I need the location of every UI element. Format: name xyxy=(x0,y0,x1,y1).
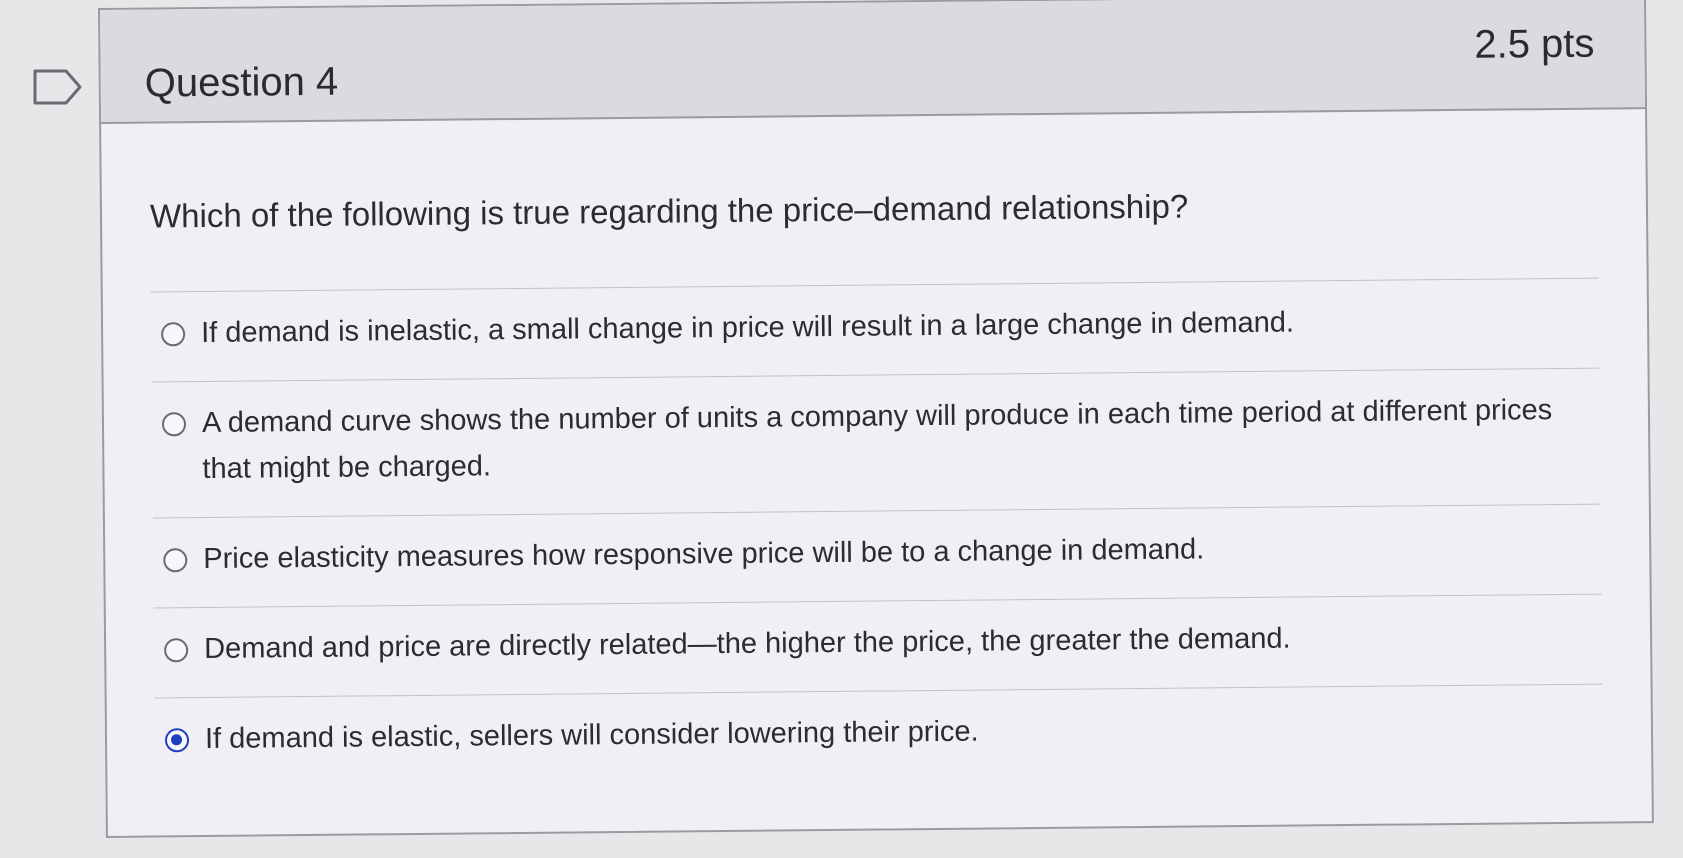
question-card: Question 4 2.5 pts Which of the followin… xyxy=(98,0,1654,838)
answer-option-5[interactable]: If demand is elastic, sellers will consi… xyxy=(154,683,1604,788)
answer-option-4[interactable]: Demand and price are directly related—th… xyxy=(153,593,1603,698)
question-title: Question 4 xyxy=(144,59,339,106)
radio-button[interactable] xyxy=(161,322,186,347)
answer-label: If demand is elastic, sellers will consi… xyxy=(204,715,979,756)
question-prompt: Which of the following is true regarding… xyxy=(149,187,1189,235)
radio-button[interactable] xyxy=(161,412,187,437)
question-header: Question 4 2.5 pts xyxy=(100,0,1646,124)
radio-button[interactable] xyxy=(163,548,188,573)
answer-label: Price elasticity measures how responsive… xyxy=(203,533,1205,576)
flag-question-icon[interactable] xyxy=(32,68,84,106)
answer-option-3[interactable]: Price elasticity measures how responsive… xyxy=(152,503,1602,608)
answer-option-2[interactable]: A demand curve shows the number of units… xyxy=(151,367,1601,518)
radio-button-selected[interactable] xyxy=(164,728,190,753)
answer-label: If demand is inelastic, a small change i… xyxy=(200,306,1295,350)
answer-list: If demand is inelastic, a small change i… xyxy=(150,277,1604,788)
answer-label: A demand curve shows the number of units… xyxy=(201,394,1553,486)
radio-button[interactable] xyxy=(164,638,189,663)
answer-option-1[interactable]: If demand is inelastic, a small change i… xyxy=(150,277,1600,382)
answer-label: Demand and price are directly related—th… xyxy=(204,622,1291,666)
question-points: 2.5 pts xyxy=(1474,21,1595,67)
